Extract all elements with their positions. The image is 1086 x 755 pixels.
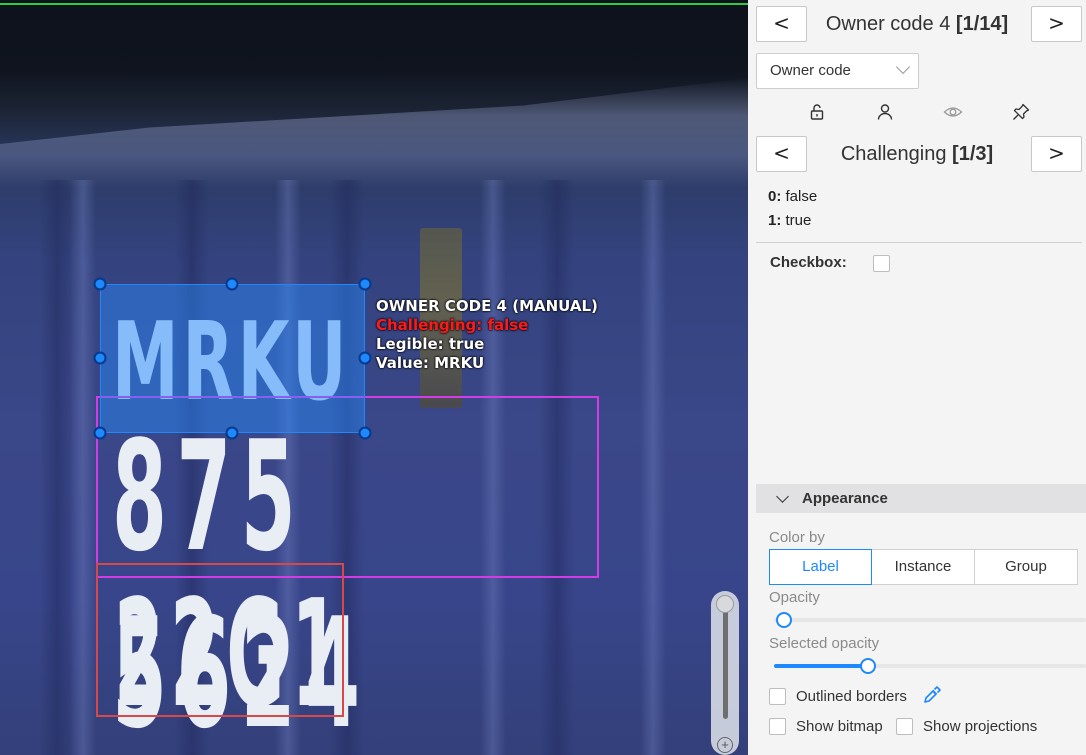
attribute-count: [1/3] [952,143,994,165]
container-rib [40,180,74,755]
attribute-title: Challenging [1/3] [815,136,1019,172]
next-attribute-button[interactable]: > [1031,136,1082,172]
zoom-slider[interactable]: + [711,591,739,755]
resize-handle-sw[interactable] [93,426,107,440]
resize-handle-w[interactable] [93,351,107,365]
color-by-instance-option[interactable]: Instance [871,549,975,585]
show-bitmap-label: Show bitmap [796,718,883,735]
resize-handle-e[interactable] [358,351,372,365]
object-count: [1/14] [955,13,1009,35]
selected-opacity-label: Selected opacity [769,635,880,652]
type-code-bbox[interactable] [96,563,344,717]
resize-handle-ne[interactable] [358,277,372,291]
chevron-down-icon [895,59,911,75]
outlined-borders-label: Outlined borders [796,688,907,705]
person-icon[interactable] [875,102,895,122]
selected-opacity-slider-knob[interactable] [860,658,876,674]
opacity-slider-knob[interactable] [776,612,792,628]
container-rib [70,180,96,755]
zoom-track[interactable] [723,607,728,719]
annotation-title: OWNER CODE 4 (MANUAL) [376,297,598,315]
annotation-value: Value: MRKU [376,354,485,372]
appearance-header[interactable]: Appearance [756,484,1086,513]
resize-handle-se[interactable] [358,426,372,440]
prev-object-button[interactable]: < [756,6,807,42]
checkbox-attribute: Checkbox: [770,254,890,272]
attribute-value-row[interactable]: 1: true [768,209,817,233]
annotation-challenging: Challenging: false [376,316,529,334]
label-select[interactable]: Owner code [756,53,919,89]
resize-handle-s[interactable] [225,426,239,440]
color-by-label: Color by [769,529,825,546]
selected-opacity-slider-fill [774,664,868,668]
attribute-name: Challenging [840,143,947,165]
container-roof [0,78,748,188]
attribute-value-row[interactable]: 0: false [768,185,817,209]
eye-icon[interactable] [943,102,963,122]
prev-attribute-button[interactable]: < [756,136,807,172]
show-projections-label: Show projections [923,718,1038,735]
unlock-icon[interactable] [807,102,827,122]
resize-handle-n[interactable] [225,277,239,291]
annotation-legible: Legible: true [376,335,485,353]
color-by-label-option[interactable]: Label [769,549,872,585]
checkbox-input[interactable] [873,255,890,272]
zoom-knob[interactable] [716,595,734,613]
container-rib [640,180,666,755]
label-select-value: Owner code [770,62,851,79]
frame-border [0,3,748,5]
annotation-label: OWNER CODE 4 (MANUAL) Challenging: false… [376,297,598,373]
image-canvas[interactable]: MRKU 875 5624 22G1 OWNER CODE 4 (MANUAL)… [0,0,748,755]
appearance-title: Appearance [802,490,888,507]
object-title: Owner code 4 [1/14] [815,6,1019,42]
color-picker-icon[interactable] [922,685,942,705]
checkbox-label: Checkbox: [770,254,847,271]
caret-down-icon [776,490,789,503]
next-object-button[interactable]: > [1031,6,1082,42]
color-by-group-option[interactable]: Group [974,549,1078,585]
owner-code-bbox-selected[interactable] [100,284,365,433]
show-projections-checkbox[interactable] [896,718,913,735]
pin-icon[interactable] [1011,102,1031,122]
outlined-borders-checkbox[interactable] [769,688,786,705]
opacity-label: Opacity [769,589,820,606]
resize-handle-nw[interactable] [93,277,107,291]
divider [756,242,1082,243]
show-bitmap-checkbox[interactable] [769,718,786,735]
zoom-in-icon[interactable]: + [717,737,733,753]
object-name: Owner code 4 [825,13,951,35]
opacity-slider-track[interactable] [774,618,1086,622]
attribute-values-list: 0: false 1: true [768,185,817,233]
